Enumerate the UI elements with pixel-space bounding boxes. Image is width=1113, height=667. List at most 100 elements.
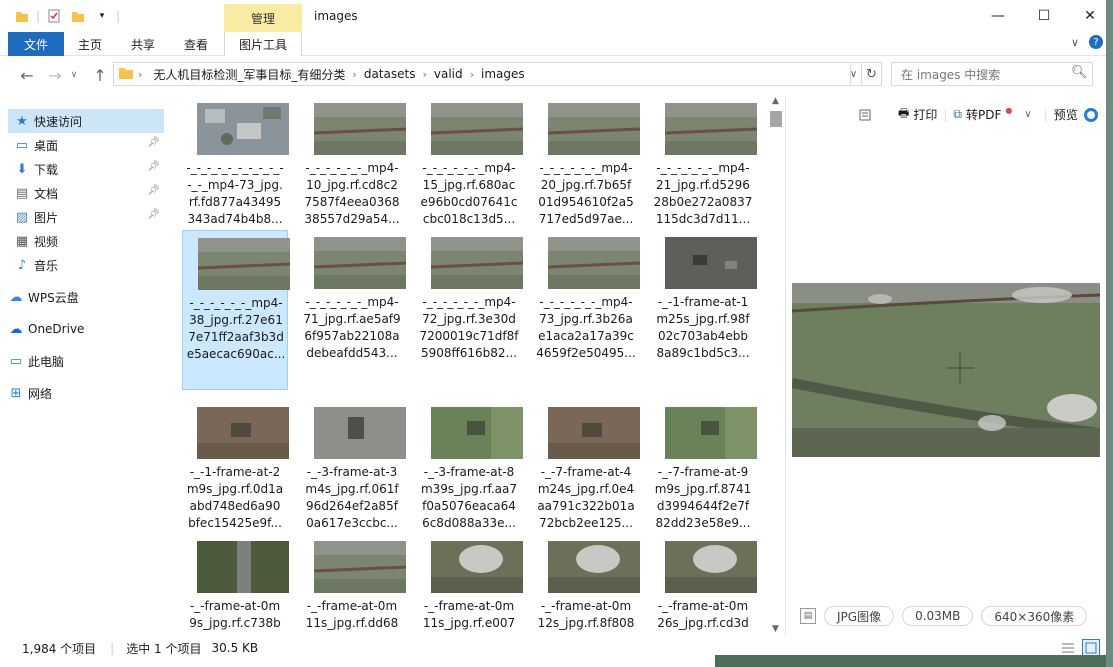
- file-name-line: -_-_-_-_-_-_mp4-: [305, 295, 399, 309]
- separator: |: [116, 9, 121, 23]
- back-arrow-icon[interactable]: ←: [15, 63, 39, 87]
- scroll-down-icon[interactable]: ▼: [772, 624, 779, 634]
- sidebar-item[interactable]: ⬇ 下载 📌︎: [8, 157, 164, 181]
- file-name-line: -_-_-_-_-_-_mp4-: [539, 161, 633, 175]
- file-name-line: 71_jpg.rf.ae5af9: [303, 312, 401, 326]
- file-tile[interactable]: -_-frame-at-0m 11s_jpg.rf.dd68: [299, 534, 407, 636]
- file-name: -_-_-_-_-_-_mp4- 10_jpg.rf.cd8c2 7587f4eea…: [301, 160, 403, 228]
- refresh-icon[interactable]: ↻: [862, 62, 882, 86]
- breadcrumb-segment[interactable]: valid: [427, 67, 470, 81]
- file-thumbnail: [665, 237, 757, 289]
- file-tile[interactable]: -_-1-frame-at-1 m25s_jpg.rf.98f 02c703ab4e…: [650, 230, 757, 390]
- scrollbar[interactable]: ▲ ▼: [770, 96, 784, 636]
- breadcrumb-segment[interactable]: images: [474, 67, 532, 81]
- file-tile[interactable]: -_-_-_-_-_-_mp4- 72_jpg.rf.3e30d 7200019c7…: [416, 230, 524, 390]
- tab-home[interactable]: 主页: [72, 32, 108, 56]
- search-input[interactable]: 在 images 中搜索: [891, 62, 1093, 86]
- print-label: 打印: [913, 108, 938, 122]
- tab-picture-tools[interactable]: 图片工具: [224, 32, 302, 56]
- sidebar-item[interactable]: ▦ 视频: [8, 229, 164, 253]
- preview-toggle-label: 预览: [1053, 108, 1078, 122]
- new-folder-icon[interactable]: [68, 6, 88, 26]
- file-name-line: -_-_-_-_-_-_mp4-: [422, 161, 516, 175]
- minimize-button[interactable]: —: [975, 0, 1021, 32]
- file-name-line: 12s_jpg.rf.8f808: [537, 616, 635, 630]
- sidebar-item[interactable]: ☁ WPS云盘: [2, 285, 158, 309]
- sidebar-item[interactable]: ▭ 桌面 📌︎: [8, 133, 164, 157]
- scroll-up-icon[interactable]: ▲: [772, 96, 779, 106]
- help-icon[interactable]: ?: [1089, 35, 1103, 49]
- file-name-line: -_-_-_-_-_-_mp4-: [189, 296, 283, 310]
- info-icon[interactable]: ▤: [800, 608, 816, 624]
- scrollbar-thumb[interactable]: [770, 111, 782, 127]
- window-controls: — ☐ ✕: [975, 0, 1113, 32]
- file-size-badge: 0.03MB: [902, 606, 974, 626]
- file-name-line: -_-_-_-_-_-_mp4-: [539, 295, 633, 309]
- manage-tab[interactable]: 管理: [224, 4, 302, 32]
- address-bar[interactable]: › 无人机目标检测_军事目标_有细分类 › datasets › valid ›…: [113, 62, 851, 86]
- file-name-line: 28b0e272a0837: [653, 195, 753, 209]
- file-thumbnail: [431, 541, 523, 593]
- file-tile[interactable]: -_-_-_-_-_-_mp4- 73_jpg.rf.3b26a e1aca2a17…: [533, 230, 641, 390]
- file-thumbnail: [197, 407, 289, 459]
- sidebar-item-label: 桌面: [34, 138, 59, 153]
- desktop-background: [715, 655, 1113, 667]
- pin-icon[interactable]: 📌︎: [147, 137, 160, 148]
- details-icon[interactable]: [858, 108, 872, 122]
- pin-icon[interactable]: 📌︎: [147, 185, 160, 196]
- window-title: images: [314, 9, 358, 23]
- recent-locations-icon[interactable]: ∨: [62, 63, 86, 87]
- file-tile[interactable]: -_-_-_-_-_-_mp4- 38_jpg.rf.27e61 7e71ff2aa…: [182, 230, 291, 390]
- file-tile[interactable]: -_-frame-at-0m 26s_jpg.rf.cd3d: [650, 534, 757, 636]
- sidebar-item[interactable]: ▭ 此电脑: [2, 349, 158, 373]
- to-pdf-button[interactable]: ⧉ 转PDF ●: [953, 106, 1012, 123]
- file-thumbnail: [548, 541, 640, 593]
- tab-view[interactable]: 查看: [178, 32, 214, 56]
- file-tile[interactable]: -_-frame-at-0m 9s_jpg.rf.c738b: [182, 534, 289, 636]
- file-name-line: 10_jpg.rf.cd8c2: [306, 178, 398, 192]
- file-tile[interactable]: -_-frame-at-0m 11s_jpg.rf.e007: [416, 534, 523, 636]
- maximize-button[interactable]: ☐: [1021, 0, 1067, 32]
- address-dropdown-icon[interactable]: ∨: [846, 62, 862, 86]
- tab-share[interactable]: 共享: [125, 32, 161, 56]
- file-tile[interactable]: -_-frame-at-0m 12s_jpg.rf.8f808: [533, 534, 640, 636]
- file-name: -_-_-_-_-_-_mp4- 38_jpg.rf.27e61 7e71ff2aa…: [185, 295, 287, 363]
- ribbon-bar: [0, 32, 1113, 56]
- sidebar-item-label: 此电脑: [28, 354, 65, 369]
- file-tile[interactable]: -_-_-_-_-_-_mp4- 71_jpg.rf.ae5af9 6f957ab2…: [299, 230, 407, 390]
- sidebar-item[interactable]: ▤ 文档 📌︎: [8, 181, 164, 205]
- file-name: -_-_-_-_-_-_mp4- 73_jpg.rf.3b26a e1aca2a17…: [535, 294, 637, 362]
- search-icon[interactable]: 🔍︎: [1071, 65, 1088, 80]
- file-name: -_-frame-at-0m 11s_jpg.rf.dd68: [301, 598, 403, 632]
- file-name-line: 7587f4eea0368: [304, 195, 400, 209]
- preview-toggle-switch[interactable]: [1083, 107, 1098, 122]
- file-thumbnail: [431, 407, 523, 459]
- pictures-icon: ▨: [15, 209, 29, 225]
- file-name-line: 5908ff616b82...: [420, 346, 518, 360]
- sidebar-item[interactable]: ★ 快速访问: [8, 109, 164, 133]
- sidebar-item[interactable]: ☁ OneDrive: [2, 317, 158, 341]
- file-name-line: -_-3-frame-at-8: [423, 465, 515, 479]
- pin-icon[interactable]: 📌︎: [147, 209, 160, 220]
- properties-icon[interactable]: [44, 6, 64, 26]
- file-name-line: 11s_jpg.rf.dd68: [305, 616, 399, 630]
- folder-icon[interactable]: [12, 6, 32, 26]
- selected-count: 选中 1 个项目: [126, 641, 202, 656]
- file-name-line: -_-1-frame-at-2: [189, 465, 281, 479]
- up-arrow-icon[interactable]: ↑: [88, 63, 112, 87]
- pin-icon[interactable]: 📌︎: [147, 161, 160, 172]
- chevron-down-icon[interactable]: ∨: [1071, 36, 1079, 49]
- selected-size: 30.5 KB: [211, 641, 259, 655]
- file-name-line: 343ad74b4b8...: [187, 212, 283, 226]
- sidebar-item[interactable]: ▨ 图片 📌︎: [8, 205, 164, 229]
- chevron-down-icon[interactable]: ▾: [92, 6, 112, 26]
- chevron-right-icon[interactable]: ›: [134, 68, 146, 81]
- tab-file[interactable]: 文件: [8, 32, 64, 56]
- breadcrumb-segment[interactable]: 无人机目标检测_军事目标_有细分类: [146, 66, 352, 83]
- print-button[interactable]: 🖶︎ 打印: [898, 104, 937, 125]
- breadcrumb-segment[interactable]: datasets: [357, 67, 423, 81]
- file-name: -_-_-_-_-_-_mp4- 21_jpg.rf.d5296 28b0e272a…: [652, 160, 754, 228]
- sidebar-item[interactable]: ⊞ 网络: [2, 381, 158, 405]
- chevron-down-icon[interactable]: ∨: [1018, 109, 1037, 120]
- sidebar-item[interactable]: ♪ 音乐: [8, 253, 164, 277]
